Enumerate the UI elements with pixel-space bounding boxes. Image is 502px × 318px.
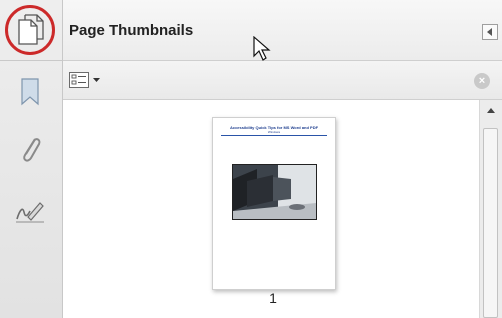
page-thumbnails-button[interactable] — [5, 5, 55, 55]
thumbnails-toolbar: × — [63, 61, 502, 100]
page-number-label: 1 — [269, 290, 277, 306]
thumbnail-photo — [232, 164, 317, 220]
bookmark-icon — [21, 78, 39, 106]
thumbnails-area: Accessibility Quick Tips for MS Word and… — [63, 100, 479, 318]
collapse-arrow-icon — [487, 28, 492, 36]
attachments-button[interactable] — [10, 130, 50, 170]
signature-icon — [16, 202, 44, 223]
thumbnail-options-icon — [69, 72, 89, 88]
page-thumbnails-icon — [18, 14, 44, 45]
collapse-panel-button[interactable] — [482, 24, 498, 40]
bookmarks-button[interactable] — [10, 72, 50, 112]
navigation-rail — [0, 0, 63, 318]
rail-divider — [0, 60, 62, 61]
page-thumbnail[interactable]: Accessibility Quick Tips for MS Word and… — [212, 117, 336, 290]
thumbnail-options-button[interactable] — [69, 70, 105, 90]
signatures-button[interactable] — [10, 192, 50, 232]
vertical-scrollbar[interactable] — [479, 100, 502, 318]
scroll-up-arrow-icon[interactable] — [487, 108, 495, 113]
attachment-icon — [23, 138, 41, 162]
thumbnail-document-subtitle: Windows — [267, 130, 281, 134]
scrollbar-thumb[interactable] — [483, 128, 498, 318]
panel-title: Page Thumbnails — [69, 22, 194, 39]
panel-header: Page Thumbnails — [63, 0, 502, 61]
dropdown-arrow-icon — [93, 78, 100, 82]
close-circle-icon[interactable]: × — [474, 73, 490, 89]
mouse-pointer-icon — [253, 36, 271, 61]
thumbnail-title-rule — [221, 135, 327, 136]
